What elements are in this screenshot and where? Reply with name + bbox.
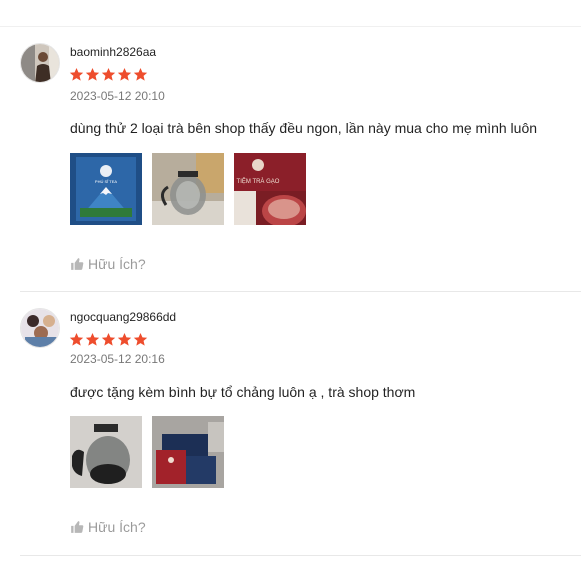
rating-stars [69, 67, 148, 82]
star-icon [133, 67, 148, 82]
helpful-label: Hữu Ích? [88, 519, 146, 535]
review-divider [20, 555, 581, 556]
review-timestamp: 2023-05-12 20:10 [70, 89, 165, 103]
thumbs-up-icon [70, 257, 84, 271]
review-comment: dùng thử 2 loại trà bên shop thấy đều ng… [70, 120, 538, 136]
star-icon [85, 332, 100, 347]
review-photo[interactable] [70, 416, 142, 488]
review-timestamp: 2023-05-12 20:16 [70, 352, 165, 366]
helpful-button[interactable]: Hữu Ích? [70, 519, 146, 535]
star-icon [69, 332, 84, 347]
helpful-label: Hữu Ích? [88, 256, 146, 272]
helpful-button[interactable]: Hữu Ích? [70, 256, 146, 272]
thumbs-up-icon [70, 520, 84, 534]
star-icon [69, 67, 84, 82]
username[interactable]: ngocquang29866dd [70, 310, 176, 324]
star-icon [101, 332, 116, 347]
review-photo[interactable] [152, 416, 224, 488]
star-icon [101, 67, 116, 82]
star-icon [117, 67, 132, 82]
photo-small-text: PHÚ SĨ TEA [95, 179, 117, 184]
photo-brand-text: TIỆM TRÀ GẠO [237, 177, 280, 185]
star-icon [117, 332, 132, 347]
review-photos: PHÚ SĨ TEA TIỆM TRÀ GẠO [70, 153, 306, 225]
review-photo[interactable] [152, 153, 224, 225]
review-item: baominh2826aa 2023-05-12 20:10 dùng thử … [0, 27, 581, 292]
review-item: ngocquang29866dd 2023-05-12 20:16 được t… [0, 292, 581, 556]
review-photo[interactable]: TIỆM TRÀ GẠO [234, 153, 306, 225]
review-photos [70, 416, 224, 488]
star-icon [133, 332, 148, 347]
avatar[interactable] [20, 43, 60, 83]
avatar[interactable] [20, 308, 60, 348]
review-photo[interactable]: PHÚ SĨ TEA [70, 153, 142, 225]
review-comment: được tặng kèm bình bự tổ chảng luôn ạ , … [70, 384, 416, 400]
star-icon [85, 67, 100, 82]
username[interactable]: baominh2826aa [70, 45, 156, 59]
rating-stars [69, 332, 148, 347]
